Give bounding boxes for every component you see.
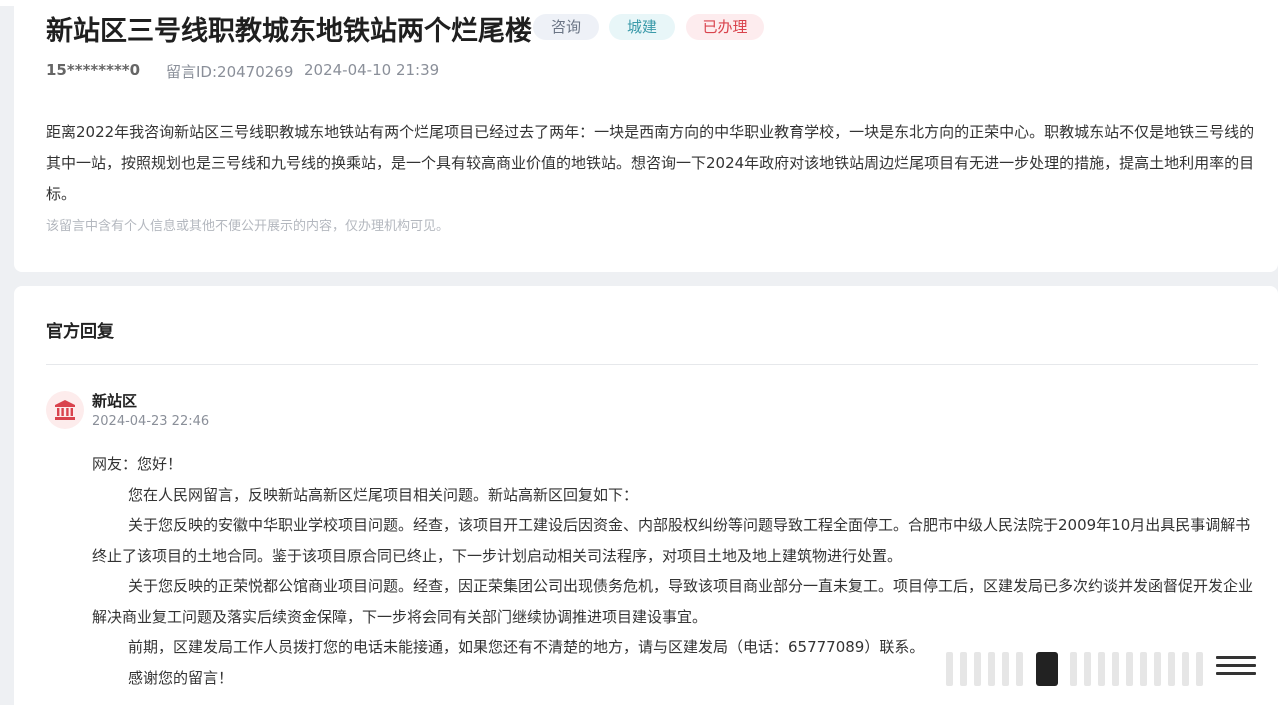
reply-paragraph: 关于您反映的安徽中华职业学校项目问题。经查，该项目开工建设后因资金、内部股权纠纷…: [92, 516, 1251, 565]
reply-greeting: 网友：您好！: [92, 455, 183, 473]
divider: [46, 364, 1258, 365]
tag-consult: 咨询: [533, 14, 599, 40]
reply-paragraph: 您在人民网留言，反映新站高新区烂尾项目相关问题。新站高新区回复如下：: [128, 485, 639, 504]
menu-lines-icon: [1216, 656, 1256, 682]
tag-category: 城建: [609, 14, 675, 40]
avatar: [46, 391, 84, 429]
message-datetime: 2024-04-10 21:39: [304, 61, 440, 79]
reply-paragraph: 关于您反映的正荣悦都公馆商业项目问题。经查，因正荣集团公司出现债务危机，导致该项…: [92, 577, 1254, 626]
message-content: 距离2022年我咨询新站区三号线职教城东地铁站有两个烂尾项目已经过去了两年：一块…: [46, 123, 1255, 203]
message-title: 新站区三号线职教城东地铁站两个烂尾楼: [46, 16, 532, 47]
government-building-icon: [55, 400, 75, 420]
message-user: 15********0: [46, 61, 141, 79]
message-id: 留言ID:20470269: [166, 63, 294, 81]
reply-department: 新站区: [92, 392, 138, 410]
reply-datetime: 2024-04-23 22:46: [92, 414, 210, 429]
status-badge: 已办理: [686, 14, 764, 40]
reply-heading: 官方回复: [46, 322, 114, 342]
watermark: [946, 652, 1256, 688]
message-card: 新站区三号线职教城东地铁站两个烂尾楼 咨询 城建 已办理 15********0…: [14, 0, 1278, 272]
privacy-notice: 该留言中含有个人信息或其他不便公开展示的内容，仅办理机构可见。: [46, 219, 450, 234]
reply-card: 官方回复 新站区 2024-04-23 22:46 网友：您好！ 您在人民网留言…: [14, 286, 1278, 705]
